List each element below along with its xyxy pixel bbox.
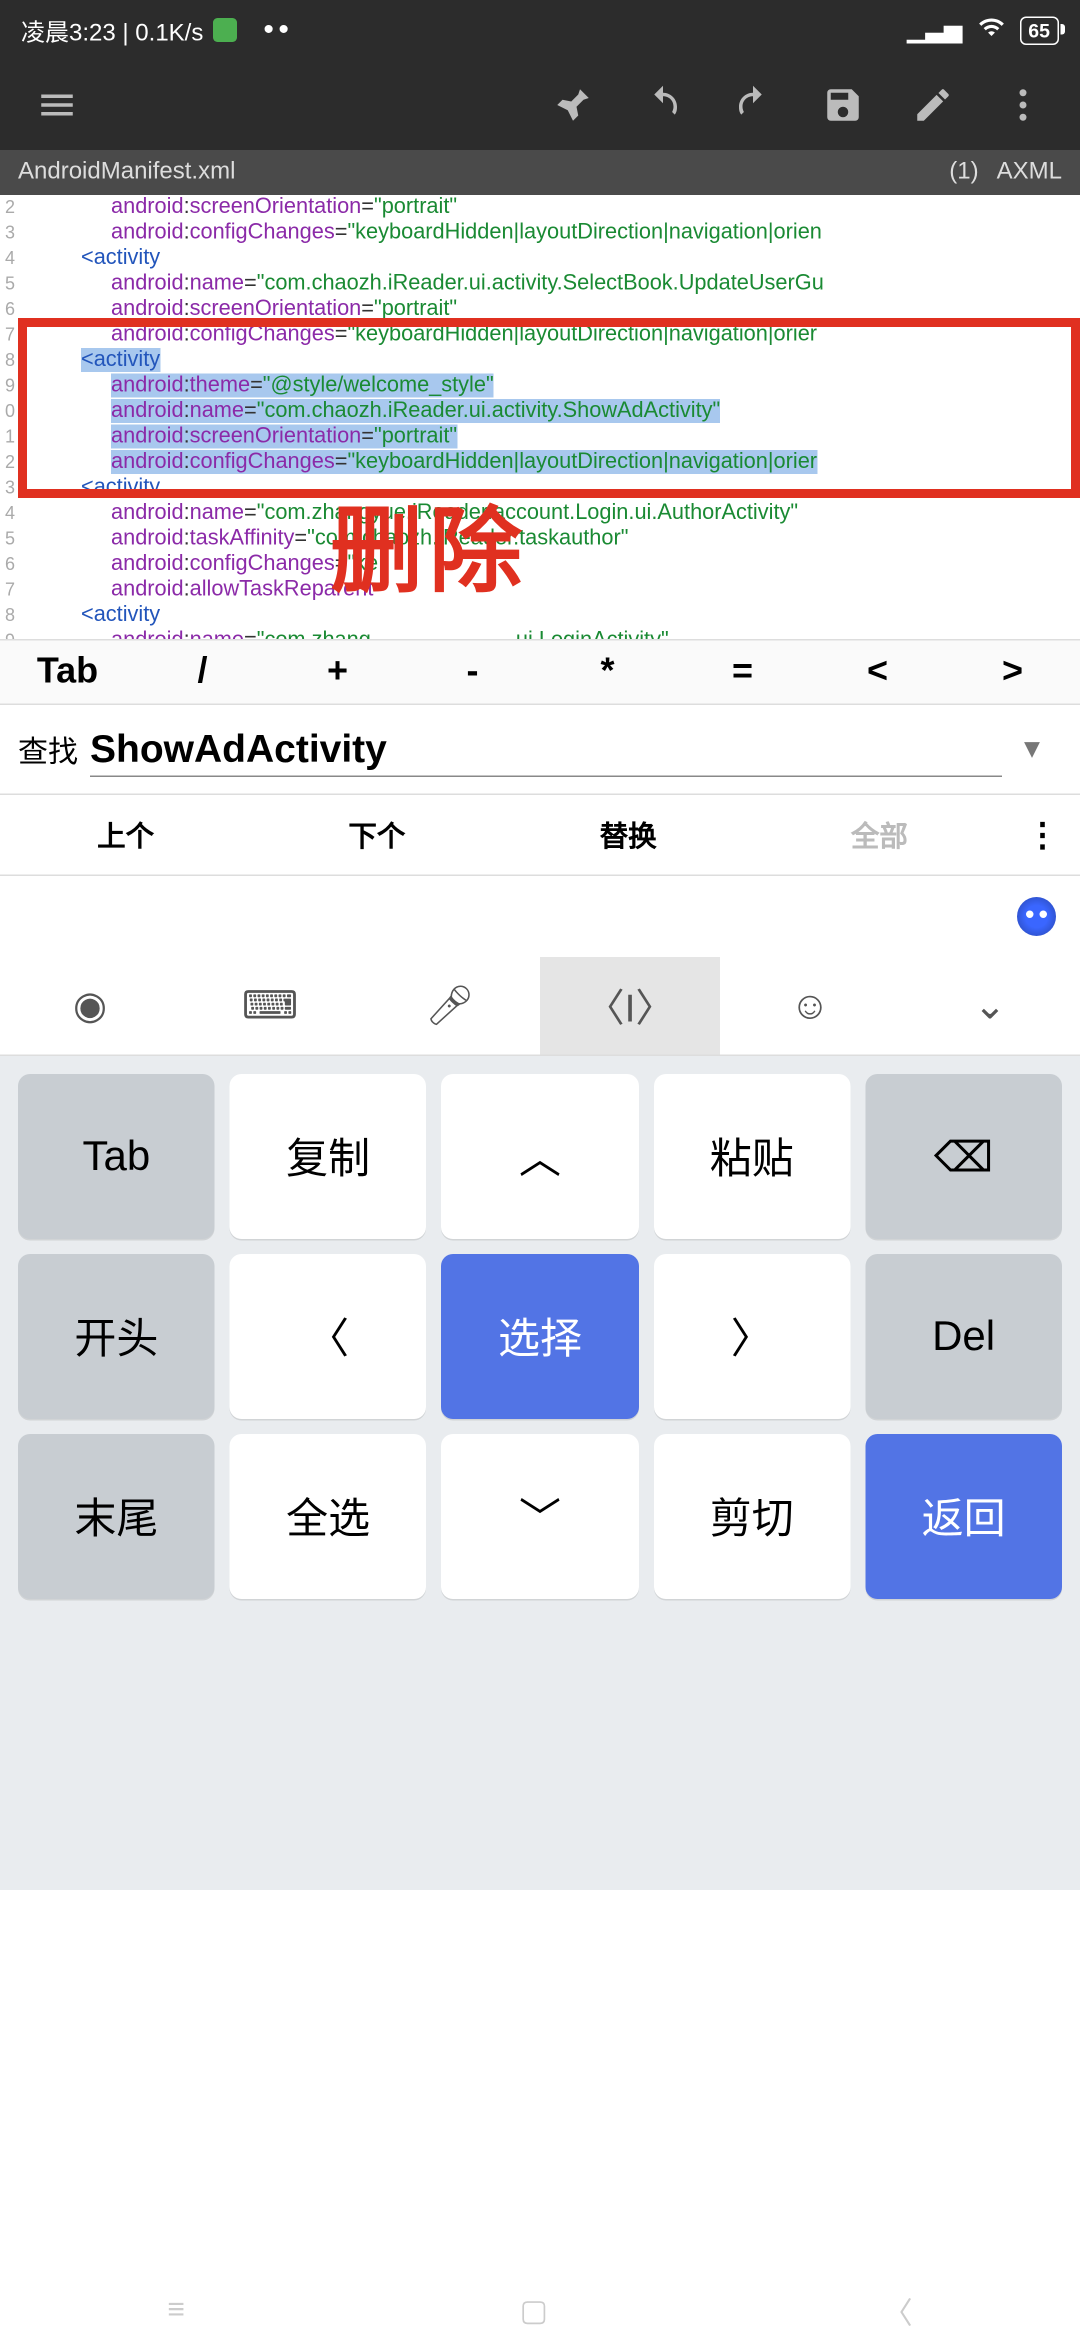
status-right: ▁▃▅ 65 — [907, 13, 1059, 48]
code-editor[interactable]: 234567890123456789 android:screenOrienta… — [0, 195, 1080, 639]
key-end[interactable]: 末尾 — [18, 1434, 215, 1599]
nav-recents-icon[interactable]: ≡ — [167, 2293, 185, 2328]
find-label: 查找 — [18, 728, 78, 772]
tab-mode[interactable]: AXML — [997, 159, 1062, 186]
tab-count[interactable]: (1) — [949, 159, 978, 186]
key-del[interactable]: Del — [865, 1254, 1062, 1419]
wifi-icon — [977, 13, 1004, 48]
sym-star[interactable]: * — [540, 641, 675, 704]
key-return[interactable]: 返回 — [865, 1434, 1062, 1599]
menu-icon[interactable] — [12, 60, 102, 150]
kb-mic-icon[interactable]: 🎤︎ — [360, 957, 540, 1055]
keyboard-grid: Tab 复制 ︿ 粘贴 ⌫ 开头 〈 选择 〉 Del 末尾 全选 ﹀ 剪切 返… — [0, 1056, 1080, 1617]
key-backspace-icon[interactable]: ⌫ — [865, 1074, 1062, 1239]
signal-icon: ▁▃▅ — [907, 15, 962, 45]
sym-minus[interactable]: - — [405, 641, 540, 704]
key-select[interactable]: 选择 — [442, 1254, 639, 1419]
nav-back-icon[interactable]: 〈 — [883, 2288, 913, 2332]
key-tab[interactable]: Tab — [18, 1074, 215, 1239]
edit-icon[interactable] — [888, 60, 978, 150]
pin-icon[interactable] — [528, 60, 618, 150]
keyboard-area: ◉ ⌨ 🎤︎ 〈I〉 ☺ ⌄ Tab 复制 ︿ 粘贴 ⌫ 开头 〈 选择 〉 D… — [0, 876, 1080, 1890]
find-all-button[interactable]: 全部 — [754, 815, 1005, 856]
kb-collapse-chevron-icon[interactable]: ⌄ — [900, 957, 1080, 1055]
key-right-arrow-icon[interactable]: 〉 — [653, 1254, 850, 1419]
key-select-all[interactable]: 全选 — [230, 1434, 427, 1599]
status-notif-dots: •• — [263, 15, 293, 45]
sym-tab[interactable]: Tab — [0, 641, 135, 704]
kb-cursor-mode-icon[interactable]: 〈I〉 — [540, 957, 720, 1055]
assistant-avatar-icon[interactable] — [1017, 897, 1056, 936]
key-home[interactable]: 开头 — [18, 1254, 215, 1419]
find-next-button[interactable]: 下个 — [251, 815, 502, 856]
status-app-icon — [212, 18, 236, 42]
key-down-arrow-icon[interactable]: ﹀ — [442, 1434, 639, 1599]
system-nav-bar: ≡ ▢ 〈 — [0, 2280, 1080, 2340]
find-prev-button[interactable]: 上个 — [0, 815, 251, 856]
file-tab-bar: AndroidManifest.xml (1) AXML — [0, 150, 1080, 195]
status-left: 凌晨3:23 | 0.1K/s •• — [21, 12, 293, 48]
keyboard-assistant-row — [0, 876, 1080, 957]
key-cut[interactable]: 剪切 — [653, 1434, 850, 1599]
find-replace-button[interactable]: 替换 — [503, 815, 754, 856]
keyboard-mode-row: ◉ ⌨ 🎤︎ 〈I〉 ☺ ⌄ — [0, 957, 1080, 1056]
code-content[interactable]: android:screenOrientation="portrait" and… — [21, 195, 1080, 639]
find-buttons: 上个 下个 替换 全部 ⋮ — [0, 795, 1080, 876]
key-left-arrow-icon[interactable]: 〈 — [230, 1254, 427, 1419]
find-input[interactable] — [90, 722, 1002, 776]
sym-gt[interactable]: > — [945, 641, 1080, 704]
find-more-icon[interactable]: ⋮ — [1005, 815, 1080, 854]
find-toggle-chevron-icon[interactable]: ▼ — [1002, 734, 1062, 766]
key-copy[interactable]: 复制 — [230, 1074, 427, 1239]
filename[interactable]: AndroidManifest.xml — [18, 159, 235, 186]
save-icon[interactable] — [798, 60, 888, 150]
battery-icon: 65 — [1019, 16, 1059, 45]
redo-icon[interactable] — [708, 60, 798, 150]
nav-home-icon[interactable]: ▢ — [520, 2291, 548, 2329]
sym-slash[interactable]: / — [135, 641, 270, 704]
status-bar: 凌晨3:23 | 0.1K/s •• ▁▃▅ 65 — [0, 0, 1080, 60]
key-up-arrow-icon[interactable]: ︿ — [442, 1074, 639, 1239]
key-paste[interactable]: 粘贴 — [653, 1074, 850, 1239]
kb-keyboard-icon[interactable]: ⌨ — [180, 957, 360, 1055]
sym-plus[interactable]: + — [270, 641, 405, 704]
kb-voice-input-icon[interactable]: ◉ — [0, 957, 180, 1055]
app-bar — [0, 60, 1080, 150]
find-bar: 查找 ▼ — [0, 705, 1080, 795]
symbol-row: Tab / + - * = < > — [0, 639, 1080, 705]
overflow-icon[interactable] — [978, 60, 1068, 150]
status-time: 凌晨3:23 | 0.1K/s — [21, 12, 203, 48]
undo-icon[interactable] — [618, 60, 708, 150]
sym-lt[interactable]: < — [810, 641, 945, 704]
line-gutter: 234567890123456789 — [0, 195, 15, 639]
sym-eq[interactable]: = — [675, 641, 810, 704]
kb-emoji-icon[interactable]: ☺ — [720, 957, 900, 1055]
